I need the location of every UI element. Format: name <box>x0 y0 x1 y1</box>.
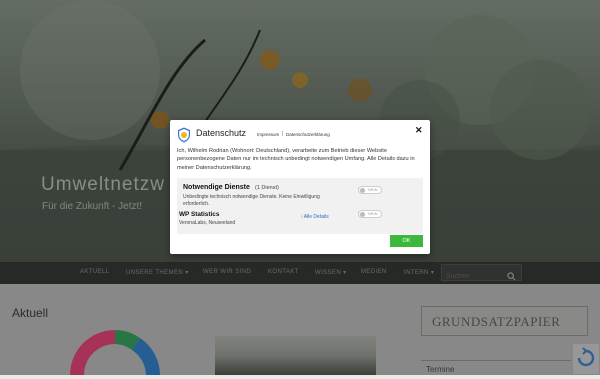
consent-title: Datenschutz <box>196 128 247 138</box>
service-vendor: VeronaLabs, Neuseeland <box>179 220 236 226</box>
service-group-count: (1 Dienst) <box>255 185 279 191</box>
consent-dialog: Datenschutz Impressum | Datenschutzerklä… <box>170 120 430 254</box>
consent-intro: Ich, Wilhelm Rodrian (Wohnort: Deutschla… <box>177 148 415 171</box>
service-group-description: Unbedingte technisch notwendige Dienste.… <box>183 194 320 207</box>
close-icon[interactable]: ✕ <box>415 125 423 136</box>
service-toggle[interactable]: NEIN <box>358 210 382 218</box>
toggle-label: NEIN <box>368 187 378 192</box>
service-group-title: Notwendige Dienste <box>183 184 250 191</box>
service-name: WP Statistics <box>179 211 220 218</box>
details-label: Alle Details <box>303 214 329 220</box>
toggle-knob <box>360 212 365 217</box>
toggle-label: NEIN <box>368 211 378 216</box>
toggle-knob <box>360 188 365 193</box>
shield-icon <box>178 127 190 143</box>
ok-button[interactable]: OK <box>390 235 423 247</box>
link-separator: | <box>282 131 284 137</box>
privacy-policy-link[interactable]: Datenschutzerklärung <box>286 132 330 137</box>
service-details-link[interactable]: ⁝ Alle Details <box>301 214 329 220</box>
service-group-toggle[interactable]: NEIN <box>358 186 382 194</box>
impressum-link[interactable]: Impressum <box>257 132 279 137</box>
